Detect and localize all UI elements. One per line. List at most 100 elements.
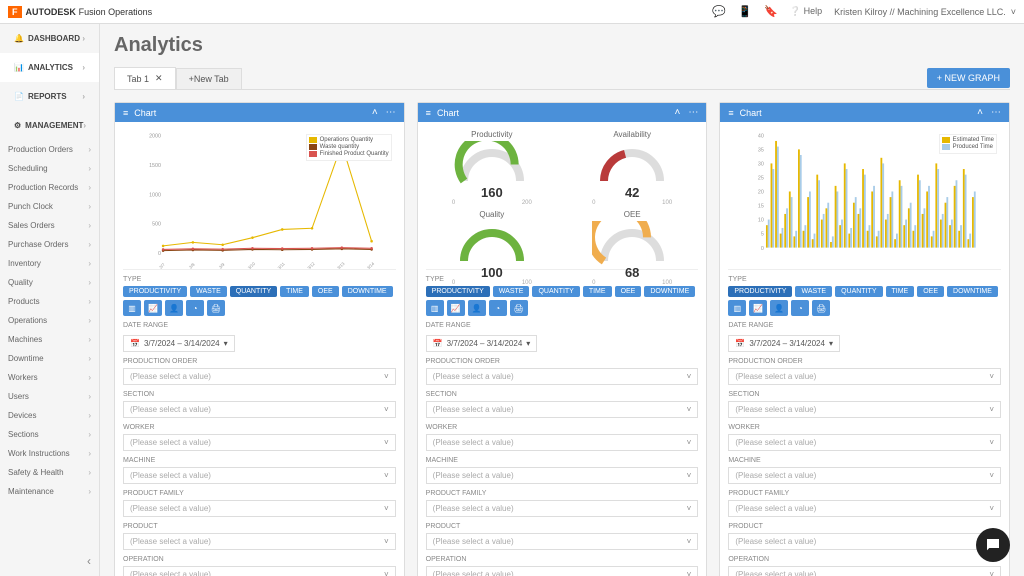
user-menu[interactable]: Kristen Kilroy // Machining Excellence L… bbox=[834, 7, 1016, 17]
more-icon[interactable]: ⋯ bbox=[991, 107, 1001, 118]
sidebar-item-users[interactable]: Users› bbox=[0, 387, 99, 406]
select-product-family[interactable]: (Please select a value)˅ bbox=[426, 500, 699, 517]
sidebar-item-production-orders[interactable]: Production Orders› bbox=[0, 140, 99, 159]
sidebar-item-work-instructions[interactable]: Work Instructions› bbox=[0, 444, 99, 463]
date-range-picker[interactable]: 📅3/7/2024 – 3/14/2024▾ bbox=[426, 335, 538, 352]
line-icon[interactable]: 📈 bbox=[447, 300, 465, 316]
line-icon[interactable]: 📈 bbox=[144, 300, 162, 316]
select-product[interactable]: (Please select a value)˅ bbox=[123, 533, 396, 550]
select-section[interactable]: (Please select a value)˅ bbox=[426, 401, 699, 418]
pill-waste[interactable]: WASTE bbox=[795, 286, 832, 297]
select-production-order[interactable]: (Please select a value)˅ bbox=[728, 368, 1001, 385]
select-operation[interactable]: (Please select a value)˅ bbox=[728, 566, 1001, 576]
pill-time[interactable]: TIME bbox=[886, 286, 915, 297]
select-product[interactable]: (Please select a value)˅ bbox=[728, 533, 1001, 550]
pill-productivity[interactable]: PRODUCTIVITY bbox=[728, 286, 792, 297]
more-icon[interactable]: ⋯ bbox=[688, 107, 698, 118]
pill-oee[interactable]: OEE bbox=[917, 286, 944, 297]
pill-time[interactable]: TIME bbox=[280, 286, 309, 297]
sidebar-item-operations[interactable]: Operations› bbox=[0, 311, 99, 330]
select-machine[interactable]: (Please select a value)˅ bbox=[123, 467, 396, 484]
pill-waste[interactable]: WASTE bbox=[493, 286, 530, 297]
drag-icon[interactable]: ≡ bbox=[123, 108, 128, 118]
line-icon[interactable]: 📈 bbox=[749, 300, 767, 316]
sidebar-item-purchase-orders[interactable]: Purchase Orders› bbox=[0, 235, 99, 254]
pie-icon[interactable]: ◔ bbox=[489, 300, 507, 316]
pill-productivity[interactable]: PRODUCTIVITY bbox=[426, 286, 490, 297]
date-range-picker[interactable]: 📅3/7/2024 – 3/14/2024▾ bbox=[728, 335, 840, 352]
pill-productivity[interactable]: PRODUCTIVITY bbox=[123, 286, 187, 297]
select-production-order[interactable]: (Please select a value)˅ bbox=[426, 368, 699, 385]
sidebar-item-quality[interactable]: Quality› bbox=[0, 273, 99, 292]
bookmark-icon[interactable]: 🔖 bbox=[764, 5, 778, 19]
collapse-icon[interactable]: ˄ bbox=[675, 107, 681, 118]
select-product[interactable]: (Please select a value)˅ bbox=[426, 533, 699, 550]
sidebar-item-products[interactable]: Products› bbox=[0, 292, 99, 311]
pill-quantity[interactable]: QUANTITY bbox=[835, 286, 882, 297]
print-icon[interactable]: 🖨 bbox=[510, 300, 528, 316]
print-icon[interactable]: 🖨 bbox=[812, 300, 830, 316]
select-product-family[interactable]: (Please select a value)˅ bbox=[728, 500, 1001, 517]
pill-time[interactable]: TIME bbox=[583, 286, 612, 297]
more-icon[interactable]: ⋯ bbox=[386, 107, 396, 118]
sidebar-item-punch-clock[interactable]: Punch Clock› bbox=[0, 197, 99, 216]
help-link[interactable]: ❔ Help bbox=[790, 6, 822, 17]
sidebar-item-safety-&-health[interactable]: Safety & Health› bbox=[0, 463, 99, 482]
drag-icon[interactable]: ≡ bbox=[728, 108, 733, 118]
select-operation[interactable]: (Please select a value)˅ bbox=[123, 566, 396, 576]
pie-icon[interactable]: ◔ bbox=[791, 300, 809, 316]
date-range-picker[interactable]: 📅3/7/2024 – 3/14/2024▾ bbox=[123, 335, 235, 352]
select-machine[interactable]: (Please select a value)˅ bbox=[426, 467, 699, 484]
pill-waste[interactable]: WASTE bbox=[190, 286, 227, 297]
sidebar-item-maintenance[interactable]: Maintenance› bbox=[0, 482, 99, 501]
sidebar-item-reports[interactable]: 📄 REPORTS› bbox=[0, 82, 99, 111]
collapse-icon[interactable]: ˄ bbox=[372, 107, 378, 118]
pie-icon[interactable]: ◔ bbox=[186, 300, 204, 316]
pill-downtime[interactable]: DOWNTIME bbox=[342, 286, 393, 297]
close-icon[interactable]: ✕ bbox=[155, 73, 163, 84]
sidebar-item-workers[interactable]: Workers› bbox=[0, 368, 99, 387]
select-worker[interactable]: (Please select a value)˅ bbox=[123, 434, 396, 451]
sidebar-item-sections[interactable]: Sections› bbox=[0, 425, 99, 444]
select-worker[interactable]: (Please select a value)˅ bbox=[426, 434, 699, 451]
bar-icon[interactable]: ▥ bbox=[123, 300, 141, 316]
sidebar-collapse-icon[interactable]: ‹ bbox=[87, 554, 91, 568]
chat-launcher[interactable] bbox=[976, 528, 1010, 562]
select-machine[interactable]: (Please select a value)˅ bbox=[728, 467, 1001, 484]
select-section[interactable]: (Please select a value)˅ bbox=[123, 401, 396, 418]
user-icon[interactable]: 👤 bbox=[770, 300, 788, 316]
user-icon[interactable]: 👤 bbox=[468, 300, 486, 316]
pill-oee[interactable]: OEE bbox=[312, 286, 339, 297]
bar-icon[interactable]: ▥ bbox=[426, 300, 444, 316]
sidebar-item-machines[interactable]: Machines› bbox=[0, 330, 99, 349]
print-icon[interactable]: 🖨 bbox=[207, 300, 225, 316]
sidebar-item-analytics[interactable]: 📊 ANALYTICS› bbox=[0, 53, 99, 82]
chat-icon[interactable]: 💬 bbox=[712, 5, 726, 19]
sidebar-item-dashboard[interactable]: 🔔 DASHBOARD› bbox=[0, 24, 99, 53]
new-graph-button[interactable]: + NEW GRAPH bbox=[927, 68, 1010, 88]
sidebar-item-sales-orders[interactable]: Sales Orders› bbox=[0, 216, 99, 235]
sidebar-item-scheduling[interactable]: Scheduling› bbox=[0, 159, 99, 178]
sidebar-item-management[interactable]: ⚙ MANAGEMENT› bbox=[0, 111, 99, 140]
select-operation[interactable]: (Please select a value)˅ bbox=[426, 566, 699, 576]
pill-downtime[interactable]: DOWNTIME bbox=[644, 286, 695, 297]
user-icon[interactable]: 👤 bbox=[165, 300, 183, 316]
pill-quantity[interactable]: QUANTITY bbox=[230, 286, 277, 297]
collapse-icon[interactable]: ˄ bbox=[977, 107, 983, 118]
sidebar-item-devices[interactable]: Devices› bbox=[0, 406, 99, 425]
mobile-icon[interactable]: 📱 bbox=[738, 5, 752, 19]
pill-oee[interactable]: OEE bbox=[615, 286, 642, 297]
sidebar-item-inventory[interactable]: Inventory› bbox=[0, 254, 99, 273]
select-product-family[interactable]: (Please select a value)˅ bbox=[123, 500, 396, 517]
sidebar-item-downtime[interactable]: Downtime› bbox=[0, 349, 99, 368]
sidebar-item-production-records[interactable]: Production Records› bbox=[0, 178, 99, 197]
tab-new[interactable]: +New Tab bbox=[176, 68, 242, 89]
select-section[interactable]: (Please select a value)˅ bbox=[728, 401, 1001, 418]
select-production-order[interactable]: (Please select a value)˅ bbox=[123, 368, 396, 385]
drag-icon[interactable]: ≡ bbox=[426, 108, 431, 118]
select-worker[interactable]: (Please select a value)˅ bbox=[728, 434, 1001, 451]
pill-downtime[interactable]: DOWNTIME bbox=[947, 286, 998, 297]
tab-1[interactable]: Tab 1 ✕ bbox=[114, 67, 176, 89]
bar-icon[interactable]: ▥ bbox=[728, 300, 746, 316]
pill-quantity[interactable]: QUANTITY bbox=[532, 286, 579, 297]
